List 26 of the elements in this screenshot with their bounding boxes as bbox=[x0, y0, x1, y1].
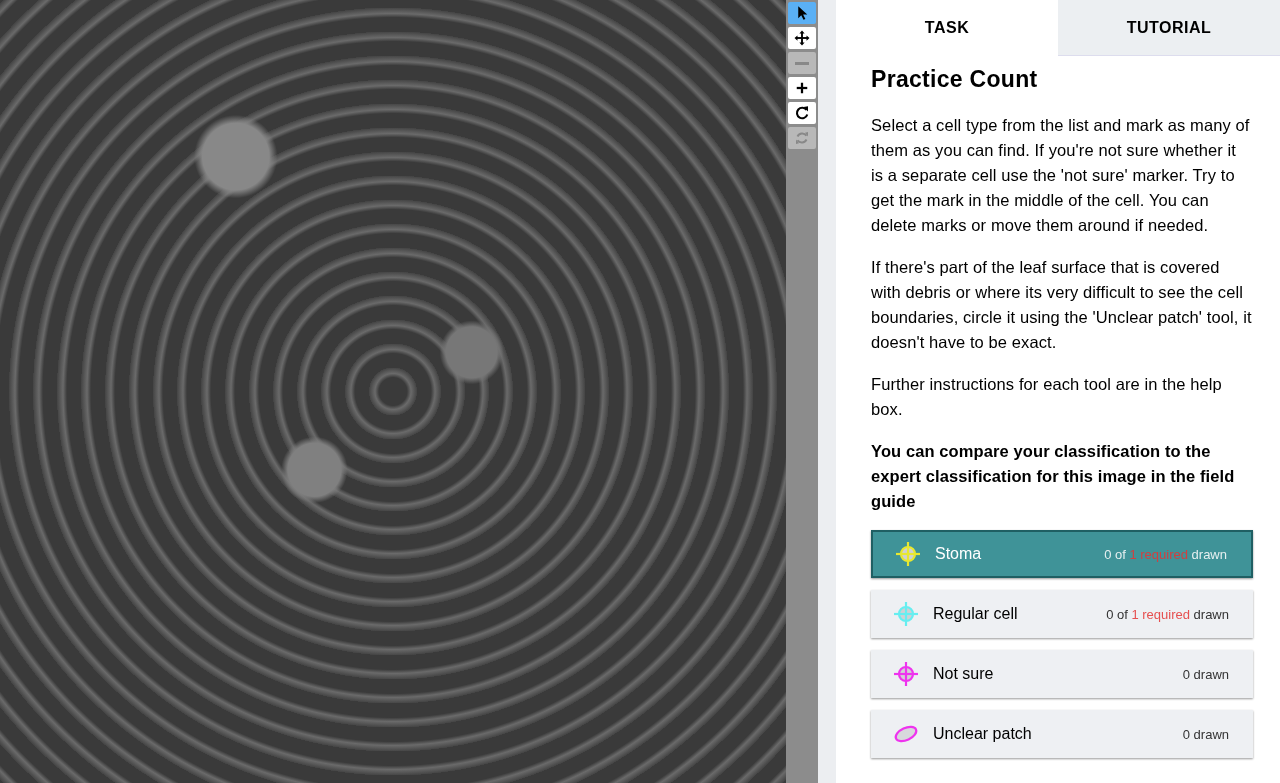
tool-label: Regular cell bbox=[933, 605, 1019, 623]
pointer-tool-button[interactable] bbox=[788, 2, 816, 24]
drawn-count: 0 of 1 required drawn bbox=[1104, 546, 1227, 562]
drawn-count: 0 drawn bbox=[1182, 726, 1229, 742]
tool-label: Unclear patch bbox=[933, 725, 1033, 743]
zoom-in-button[interactable] bbox=[788, 77, 816, 99]
rotate-button[interactable] bbox=[788, 102, 816, 124]
tool-option[interactable]: Not sure 0 drawn bbox=[871, 650, 1253, 698]
instruction-text: You can compare your classification to the expert classification for this image in the field guide bbox=[871, 441, 1236, 512]
tool-option[interactable]: Stoma 0 of 1 required drawn bbox=[871, 530, 1253, 578]
tool-option[interactable]: Regular cell 0 of 1 required drawn bbox=[871, 590, 1253, 638]
move-tool-button[interactable] bbox=[788, 27, 816, 49]
task-title: Practice Count bbox=[871, 66, 1039, 93]
rotate-icon bbox=[793, 104, 811, 122]
refresh-icon bbox=[793, 129, 811, 147]
move-icon bbox=[793, 29, 811, 47]
instruction-text: Select a cell type from the list and mark as many of them as you can find. If you're not sure whether it is a separate cell use the 'not sure' marker. Try to get the mark in the middle of the cell. You can delete marks or move them around if needed. bbox=[871, 115, 1251, 236]
tool-label: Not sure bbox=[933, 665, 995, 683]
drawn-count: 0 drawn bbox=[1182, 666, 1229, 682]
tab[interactable]: TUTORIAL bbox=[1058, 0, 1280, 56]
instruction-text: Further instructions for each tool are in the help box. bbox=[871, 374, 1223, 420]
tool-label: Stoma bbox=[935, 545, 983, 563]
drawn-count: 0 of 1 required drawn bbox=[1106, 606, 1229, 622]
zoom-out-icon bbox=[795, 61, 809, 65]
instruction-text: If there's part of the leaf surface that is covered with debris or where its very difficult to see the cell boundaries, circle it using the 'Unclear patch' tool, it doesn't have to be exact. bbox=[871, 257, 1252, 353]
tool-option[interactable]: Unclear patch 0 drawn bbox=[871, 710, 1253, 758]
